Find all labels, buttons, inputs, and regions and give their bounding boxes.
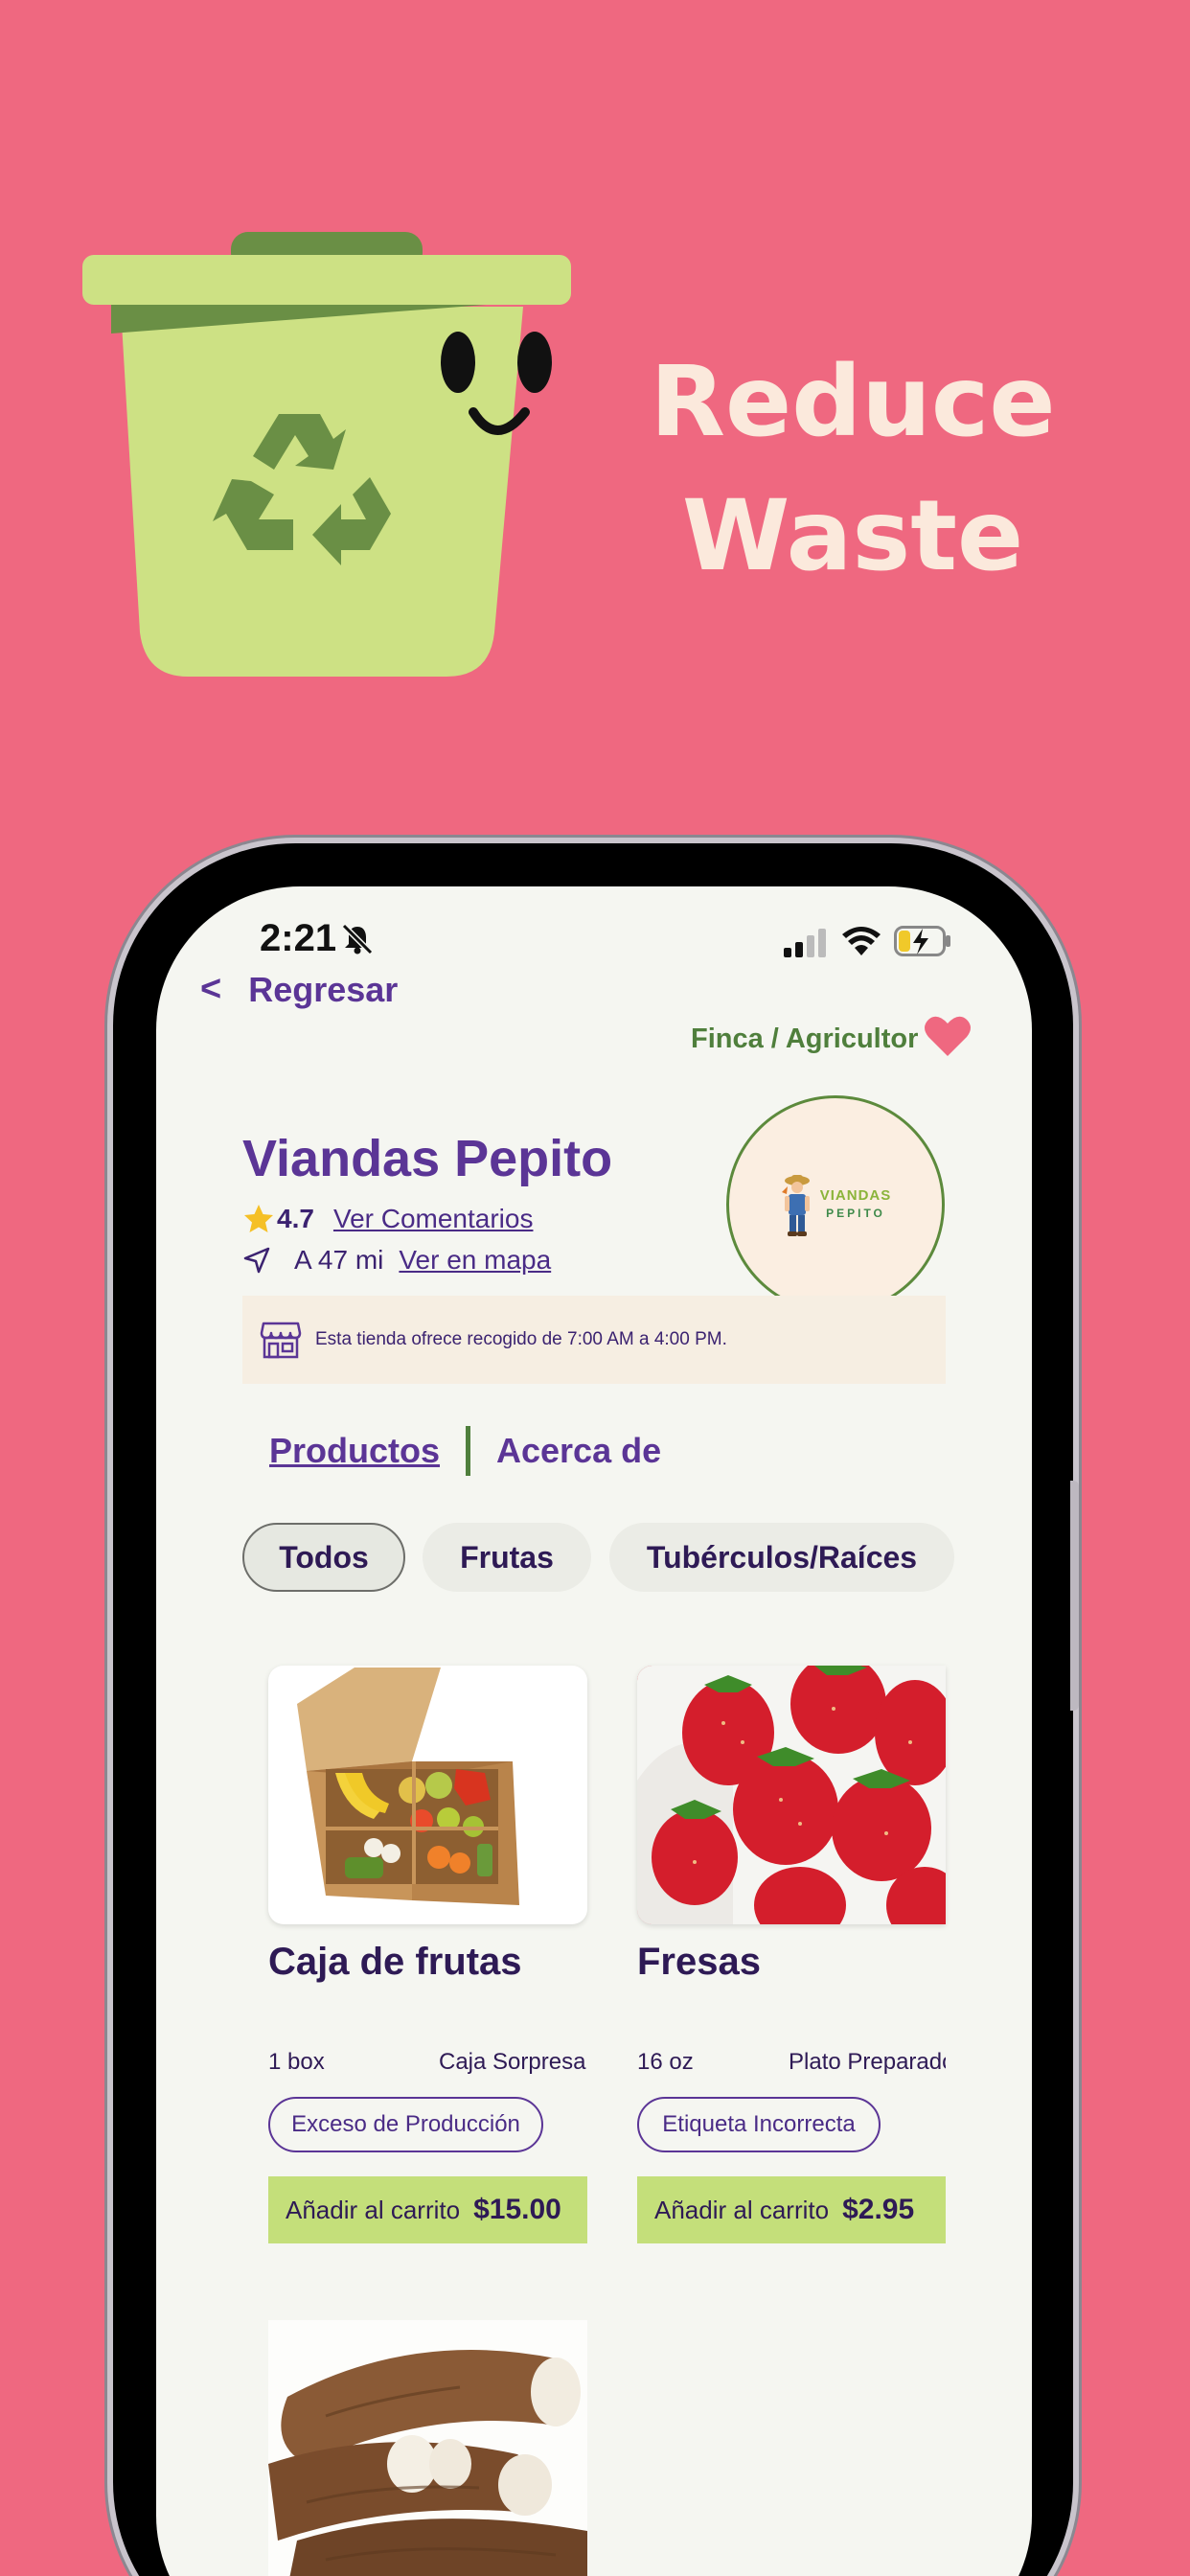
product-tag: Etiqueta Incorrecta <box>637 2097 881 2152</box>
back-label: Regresar <box>248 969 399 1009</box>
product-image-yuca[interactable] <box>268 2320 587 2576</box>
filter-chip-todos[interactable]: Todos <box>242 1523 405 1592</box>
tab-divider <box>466 1426 470 1476</box>
product-card-fresas: Fresas 16 oz Plato Preparado Etiqueta In… <box>637 1941 946 2257</box>
add-to-cart-label: Añadir al carrito <box>654 2195 830 2224</box>
product-name: Caja de frutas <box>268 1941 522 1983</box>
store-logo-text: VIANDAS PEPITO <box>820 1187 892 1222</box>
filter-chip-frutas[interactable]: Frutas <box>423 1523 591 1592</box>
heart-icon[interactable] <box>924 1014 972 1058</box>
map-link[interactable]: Ver en mapa <box>399 1245 551 1276</box>
pickup-notice: Esta tienda ofrece recogido de 7:00 AM a… <box>315 1329 727 1349</box>
wifi-icon <box>842 927 881 955</box>
add-to-cart-label: Añadir al carrito <box>286 2195 461 2224</box>
cassava-illustration <box>268 2320 587 2576</box>
store-logo: VIANDAS PEPITO <box>726 1095 945 1314</box>
chevron-left-icon: < <box>200 969 222 1009</box>
rating-row: 4.7 Ver Comentarios <box>242 1203 533 1235</box>
status-time: 2:21 <box>260 917 337 959</box>
signal-icon <box>784 929 826 957</box>
back-button[interactable]: < Regresar <box>200 969 398 1010</box>
hero-title-line2: Waste <box>681 479 1024 593</box>
star-icon <box>244 1205 273 1232</box>
reviews-link[interactable]: Ver Comentarios <box>333 1204 534 1234</box>
hero-title: Reduce Waste <box>632 335 1073 604</box>
tab-about[interactable]: Acerca de <box>496 1431 661 1471</box>
distance-row: A 47 mi Ver en mapa <box>242 1245 551 1276</box>
pickup-banner: Esta tienda ofrece recogido de 7:00 AM a… <box>242 1296 946 1384</box>
recycle-bin-illustration <box>82 232 571 677</box>
product-name: Fresas <box>637 1941 761 1983</box>
battery-charging-icon <box>894 926 950 956</box>
bell-slash-icon <box>341 923 374 955</box>
hero-title-line1: Reduce <box>650 345 1056 459</box>
add-to-cart-button[interactable]: Añadir al carrito $15.00 <box>268 2176 587 2243</box>
product-price: $2.95 <box>842 2194 915 2225</box>
product-image-caja-de-frutas[interactable] <box>268 1666 587 1924</box>
product-type: Plato Preparado <box>789 2049 946 2075</box>
product-price: $15.00 <box>473 2194 561 2225</box>
product-tag: Exceso de Producción <box>268 2097 543 2152</box>
strawberries-illustration <box>637 1666 946 1924</box>
phone-side-button <box>1070 1481 1079 1711</box>
filter-chip-tuberculos[interactable]: Tubérculos/Raíces <box>609 1523 954 1592</box>
rating-value: 4.7 <box>277 1204 314 1233</box>
store-icon <box>260 1322 302 1359</box>
farmer-icon <box>781 1175 810 1236</box>
product-type: Caja Sorpresa <box>439 2049 586 2075</box>
store-name: Viandas Pepito <box>242 1130 613 1187</box>
fruit-box-illustration <box>297 1668 519 1905</box>
tab-products[interactable]: Productos <box>269 1431 440 1471</box>
store-type-label: Finca / Agricultor <box>691 1024 919 1054</box>
logo-line1: VIANDAS <box>819 1187 892 1204</box>
product-image-fresas[interactable] <box>637 1666 946 1924</box>
distance-value: A 47 mi <box>294 1245 384 1275</box>
app-screen: 2:21 < Regresar Finca / Agricultor Viand… <box>156 886 1032 2576</box>
add-to-cart-button[interactable]: Añadir al carrito $2.95 <box>637 2176 946 2243</box>
product-quantity: 1 box <box>268 2049 325 2075</box>
product-quantity: 16 oz <box>637 2049 694 2075</box>
navigation-arrow-icon <box>243 1247 270 1274</box>
logo-line2: PEPITO <box>826 1207 885 1220</box>
